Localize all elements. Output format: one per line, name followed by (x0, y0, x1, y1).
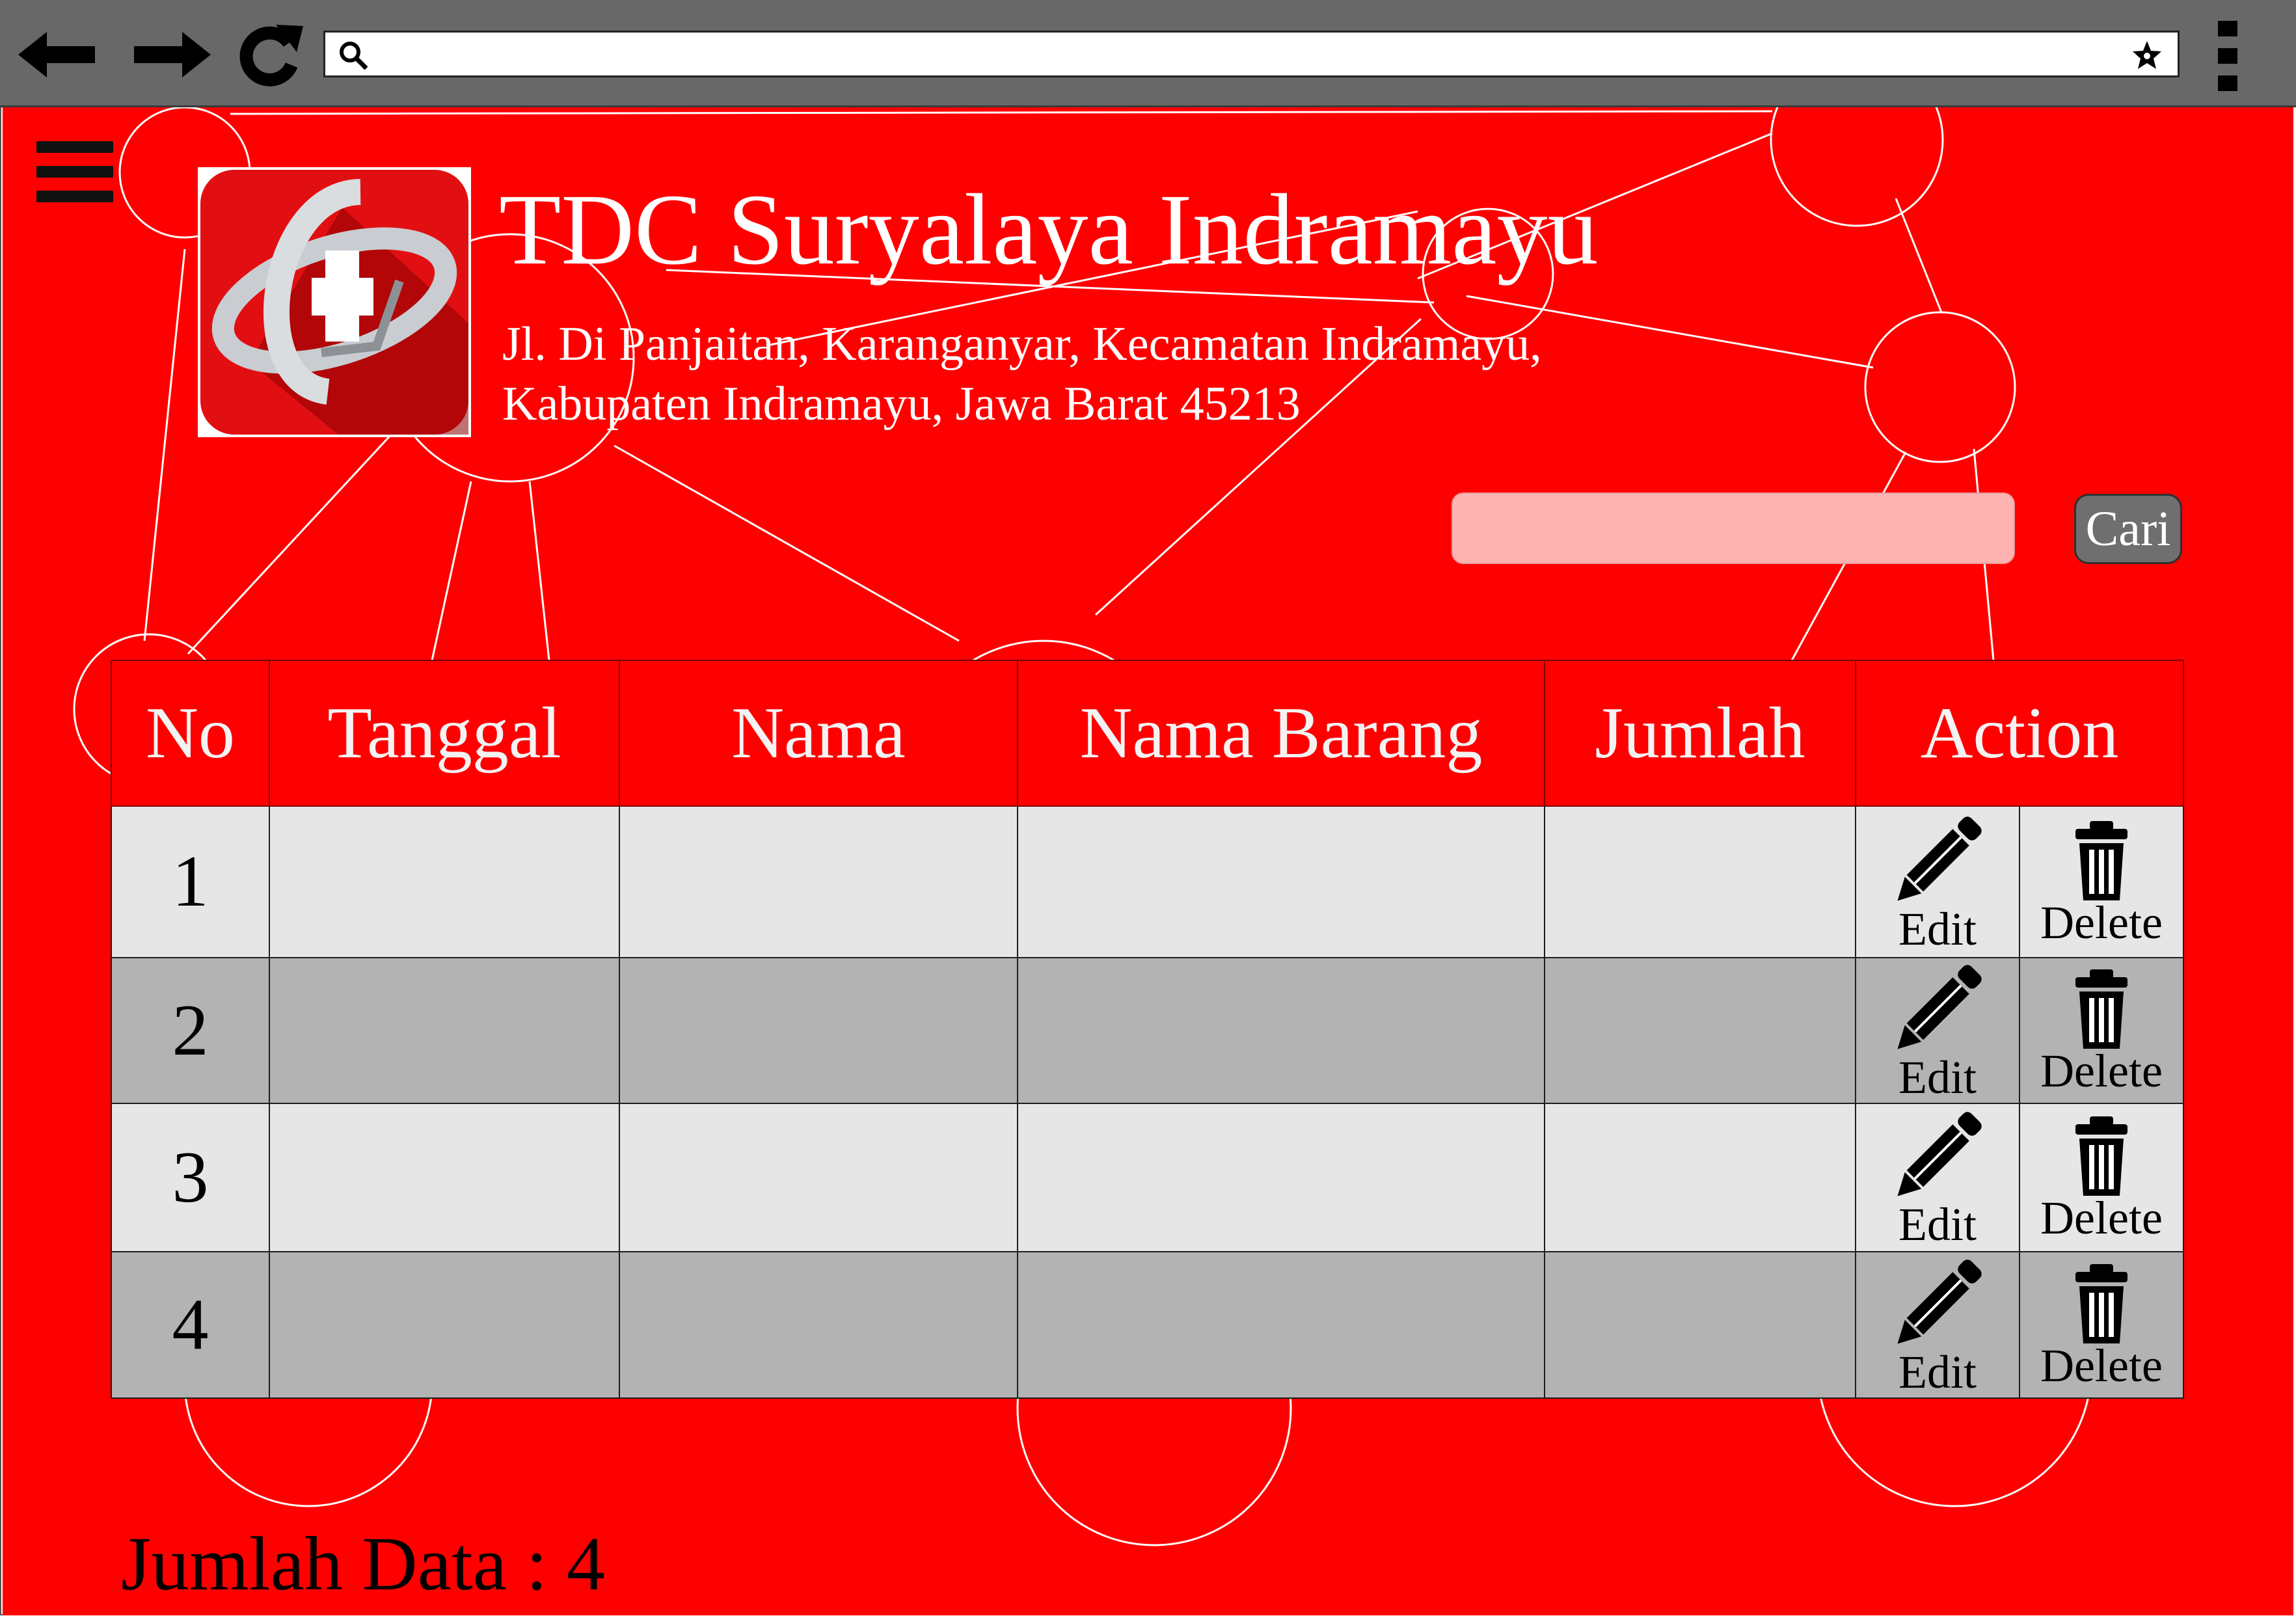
search-button[interactable]: Cari (2074, 494, 2182, 564)
site-title: TDC Suryalaya Indramayu (499, 173, 1599, 286)
cell-nama (619, 1251, 1018, 1399)
address-line-1: Jl. Di Panjaitan, Karanganyar, Kecamatan… (502, 317, 1542, 371)
column-header-no: No (111, 660, 270, 807)
edit-button[interactable]: Edit (1855, 1251, 2020, 1399)
search-icon (340, 42, 368, 70)
edit-label: Edit (1898, 1198, 1977, 1250)
cell-nama (619, 805, 1018, 958)
delete-label: Delete (2040, 896, 2163, 949)
reload-icon (239, 25, 303, 87)
table-row: 3 Edit Delete (111, 1103, 2184, 1252)
delete-label: Delete (2040, 1192, 2163, 1244)
edit-label: Edit (1898, 1345, 1977, 1398)
back-arrow-icon (18, 32, 95, 77)
cell-tanggal (269, 957, 620, 1104)
pencil-icon (1897, 1259, 1982, 1344)
column-header-nama: Nama (619, 660, 1018, 807)
trash-icon (2075, 820, 2127, 900)
address-line-2: Kabupaten Indramayu, Jawa Barat 45213 (502, 377, 1301, 431)
trash-icon (2075, 1116, 2127, 1196)
column-header-tanggal: Tanggal (269, 660, 620, 807)
edit-button[interactable]: Edit (1855, 957, 2020, 1104)
address-bar[interactable] (323, 31, 2180, 77)
cell-nama-barang (1017, 1103, 1545, 1252)
delete-label: Delete (2040, 1339, 2163, 1392)
delete-button[interactable]: Delete (2019, 1103, 2184, 1252)
cell-no: 2 (111, 957, 270, 1104)
browser-toolbar (0, 0, 2296, 107)
site-address: Jl. Di Panjaitan, Karanganyar, Kecamatan… (502, 314, 1542, 434)
data-count: Jumlah Data : 4 (121, 1521, 605, 1606)
page-content: TDC Suryalaya Indramayu Jl. Di Panjaitan… (3, 107, 2293, 1615)
more-vertical-icon[interactable] (2209, 18, 2248, 93)
cell-nama-barang (1017, 957, 1545, 1104)
edit-label: Edit (1898, 1051, 1977, 1103)
cell-tanggal (269, 805, 620, 958)
delete-button[interactable]: Delete (2019, 957, 2184, 1104)
address-input[interactable] (371, 33, 2117, 77)
column-header-action: Action (1855, 660, 2184, 807)
cell-nama-barang (1017, 805, 1545, 958)
edit-button[interactable]: Edit (1855, 1103, 2020, 1252)
table-header-row: No Tanggal Nama Nama Barang Jumlah Actio… (111, 660, 2184, 807)
cell-jumlah (1544, 1251, 1856, 1399)
reload-button[interactable] (228, 22, 312, 87)
edit-label: Edit (1898, 902, 1977, 955)
edit-button[interactable]: Edit (1855, 805, 2020, 958)
table-row: 2 Edit Delete (111, 957, 2184, 1104)
column-header-jumlah: Jumlah (1544, 660, 1856, 807)
cell-nama (619, 1103, 1018, 1252)
forward-arrow-icon (134, 32, 211, 77)
cell-jumlah (1544, 1103, 1856, 1252)
cell-jumlah (1544, 805, 1856, 958)
cell-nama (619, 957, 1018, 1104)
pencil-icon (1897, 816, 1982, 901)
telkom-logo-icon (200, 170, 468, 435)
back-button[interactable] (14, 22, 99, 87)
company-logo (198, 167, 471, 437)
forward-button[interactable] (130, 22, 215, 87)
trash-icon (2075, 969, 2127, 1049)
cell-jumlah (1544, 957, 1856, 1104)
cell-no: 3 (111, 1103, 270, 1252)
pencil-icon (1897, 1112, 1982, 1196)
delete-label: Delete (2040, 1045, 2163, 1097)
delete-button[interactable]: Delete (2019, 805, 2184, 958)
pencil-icon (1897, 965, 1982, 1049)
trash-icon (2075, 1263, 2127, 1343)
search-input[interactable] (1452, 492, 2015, 564)
star-bookmark-icon[interactable] (2131, 39, 2163, 72)
cell-tanggal (269, 1251, 620, 1399)
table-row: 1 Edit Delete (111, 805, 2184, 958)
cell-no: 4 (111, 1251, 270, 1399)
column-header-nama-barang: Nama Barang (1017, 660, 1545, 807)
cell-tanggal (269, 1103, 620, 1252)
cell-nama-barang (1017, 1251, 1545, 1399)
hamburger-menu-icon[interactable] (36, 141, 113, 211)
delete-button[interactable]: Delete (2019, 1251, 2184, 1399)
table-row: 4 Edit Delete (111, 1251, 2184, 1399)
data-table: No Tanggal Nama Nama Barang Jumlah Actio… (111, 660, 2184, 1399)
cell-no: 1 (111, 805, 270, 958)
